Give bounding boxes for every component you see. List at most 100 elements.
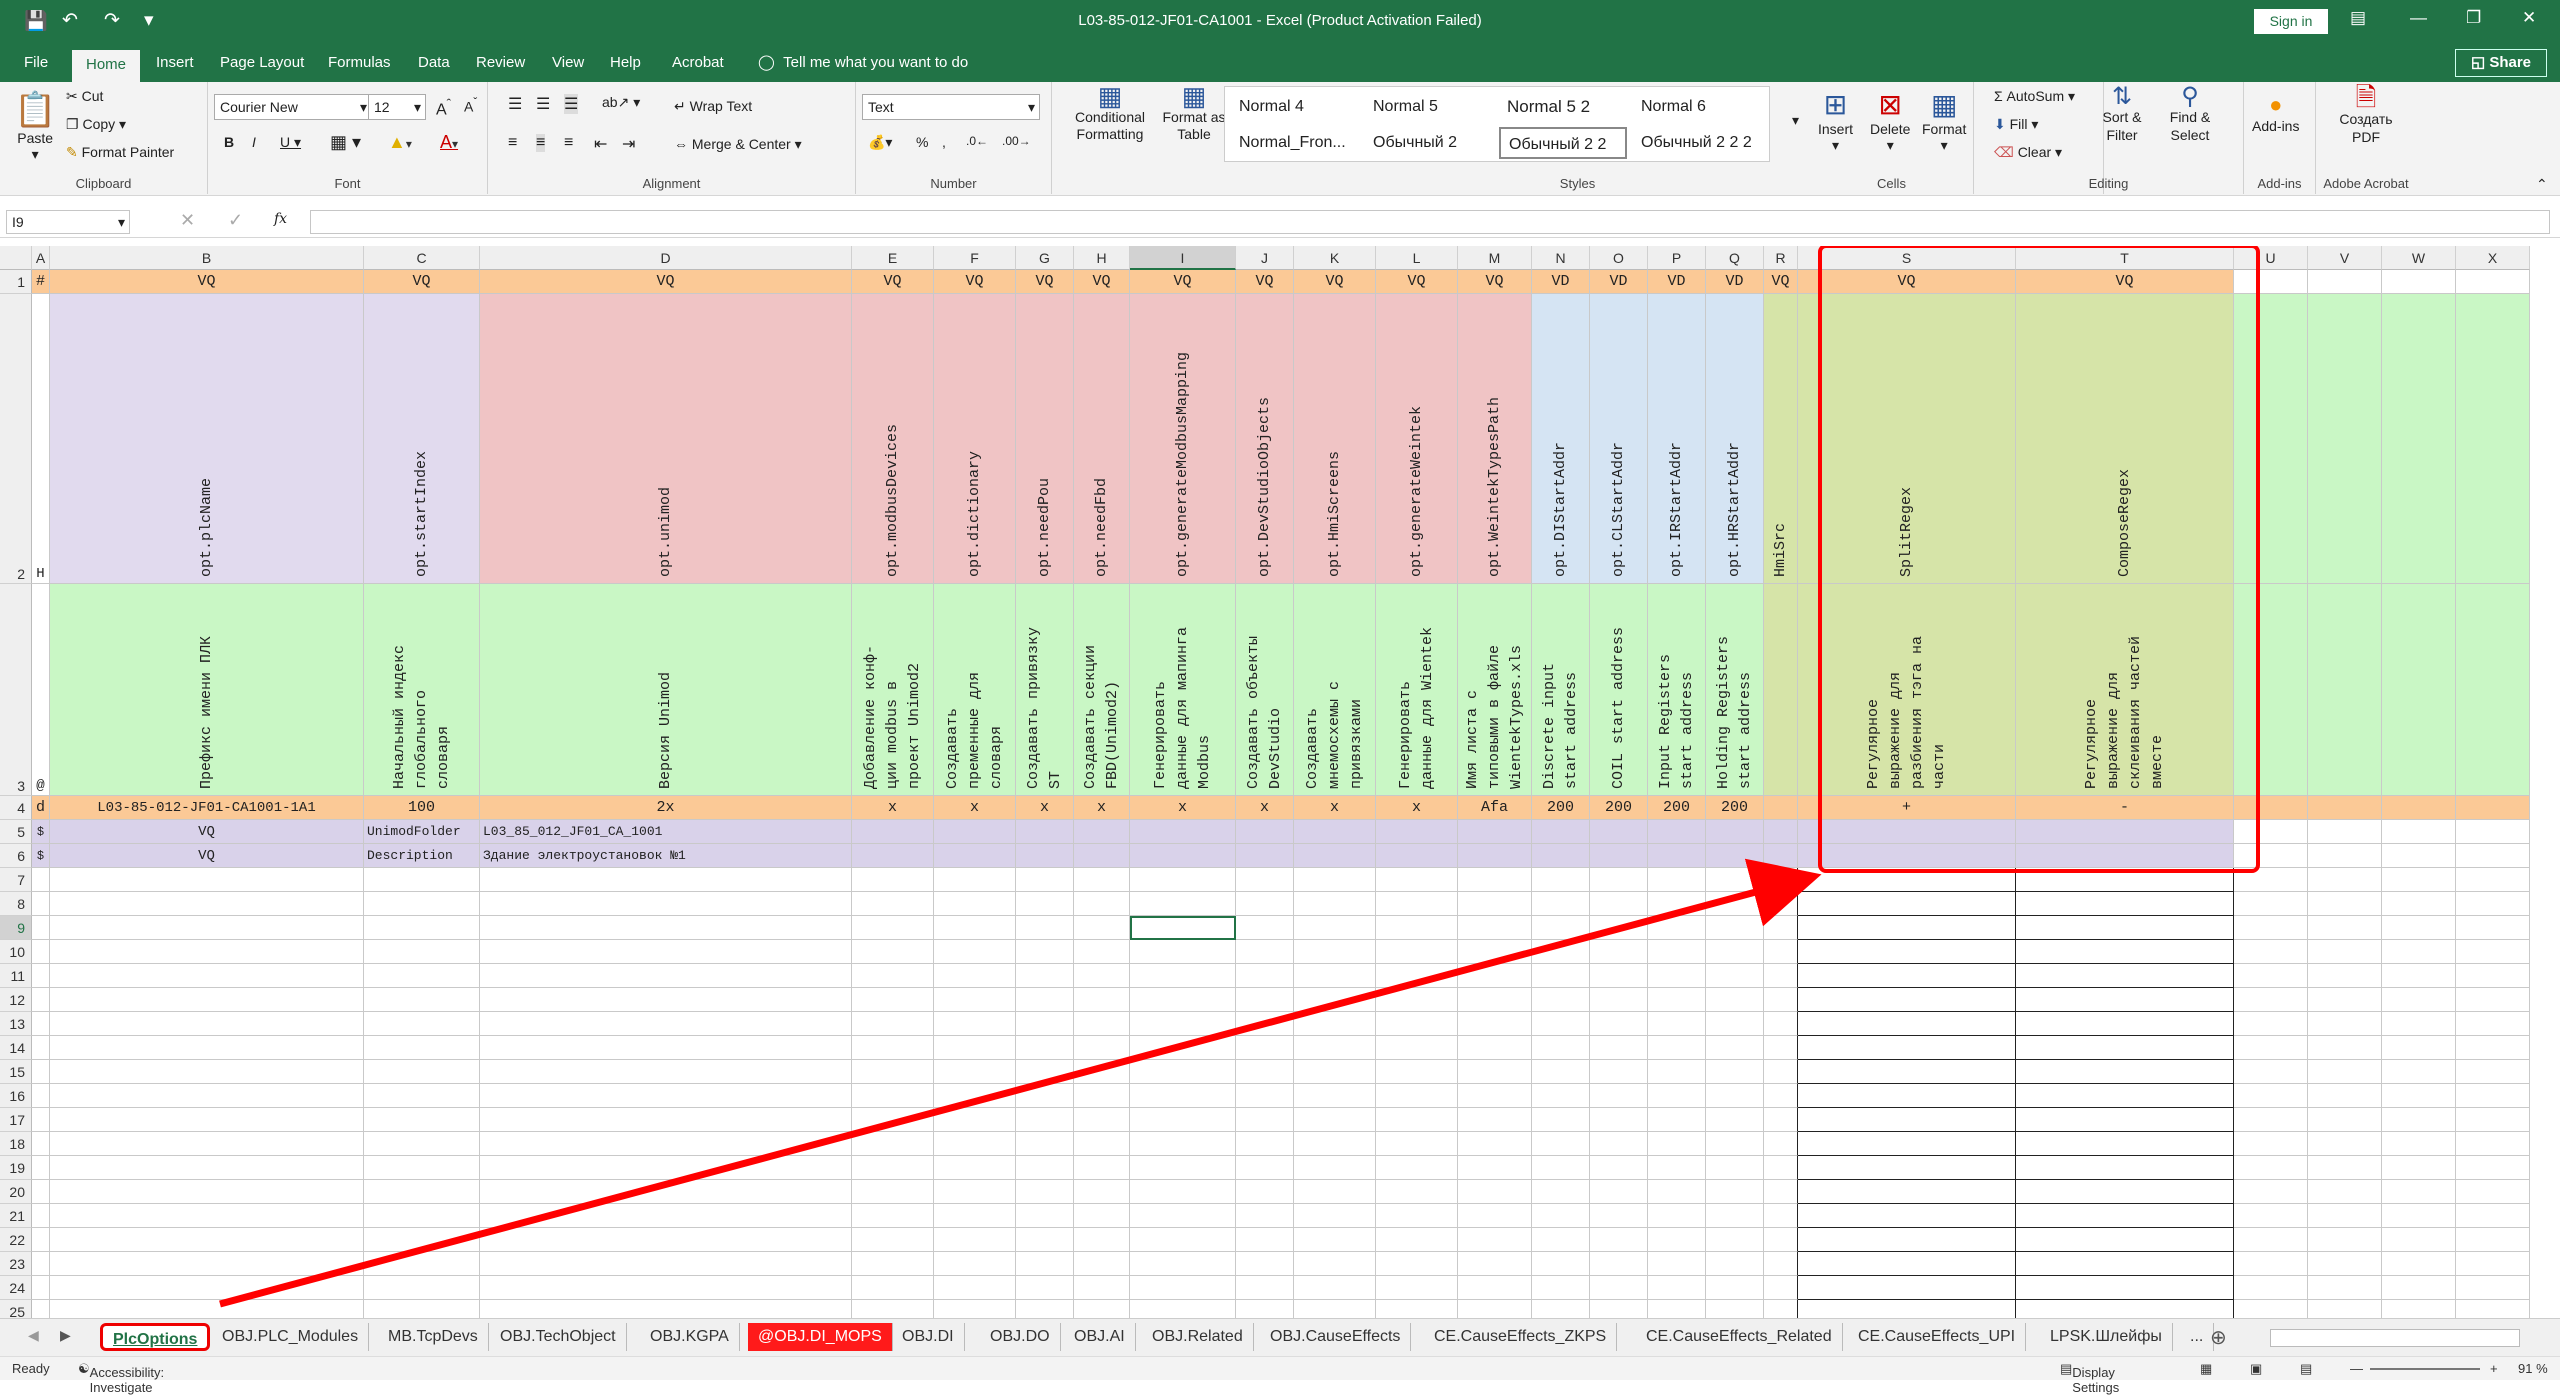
cell-e9[interactable] xyxy=(852,916,934,940)
row-header-13[interactable]: 13 xyxy=(0,1012,32,1036)
style-obychny-2-2[interactable]: Обычный 2 2 xyxy=(1499,127,1627,159)
select-all-corner[interactable] xyxy=(0,246,32,270)
column-header-s[interactable]: S xyxy=(1798,246,2016,270)
cell-l5[interactable] xyxy=(1376,820,1458,844)
sheet-tab-mb-tcpdevs[interactable]: MB.TcpDevs xyxy=(378,1323,489,1351)
sheet-tab-ce-causeeffects-related[interactable]: CE.CauseEffects_Related xyxy=(1636,1323,1843,1351)
cell-r10[interactable] xyxy=(1764,940,1798,964)
cell-w11[interactable] xyxy=(2382,964,2456,988)
cell-m15[interactable] xyxy=(1458,1060,1532,1084)
cell-x6[interactable] xyxy=(2456,844,2530,868)
cell-s17[interactable] xyxy=(1798,1108,2016,1132)
cell-w24[interactable] xyxy=(2382,1276,2456,1300)
cell-k8[interactable] xyxy=(1294,892,1376,916)
cell-u23[interactable] xyxy=(2234,1252,2308,1276)
cell-n18[interactable] xyxy=(1532,1132,1590,1156)
font-color-icon[interactable]: A▾ xyxy=(440,132,458,153)
cell-o12[interactable] xyxy=(1590,988,1648,1012)
cell-f13[interactable] xyxy=(934,1012,1016,1036)
cell-x14[interactable] xyxy=(2456,1036,2530,1060)
cell-q3[interactable]: Holding Registers start address xyxy=(1706,584,1764,796)
cell-n12[interactable] xyxy=(1532,988,1590,1012)
cell-w20[interactable] xyxy=(2382,1180,2456,1204)
cell-p11[interactable] xyxy=(1648,964,1706,988)
shrink-font-icon[interactable]: Aˇ xyxy=(464,96,477,115)
cell-f8[interactable] xyxy=(934,892,1016,916)
cell-t7[interactable] xyxy=(2016,868,2234,892)
cell-h3[interactable]: Создавать секции FBD(Unimod2) xyxy=(1074,584,1130,796)
cell-t1[interactable]: VQ xyxy=(2016,270,2234,294)
underline-icon[interactable]: U ▾ xyxy=(280,134,301,151)
cell-u11[interactable] xyxy=(2234,964,2308,988)
cell-w6[interactable] xyxy=(2382,844,2456,868)
column-header-w[interactable]: W xyxy=(2382,246,2456,270)
cell-g12[interactable] xyxy=(1016,988,1074,1012)
sheet-tab-ce-causeeffects-upi[interactable]: CE.CauseEffects_UPI xyxy=(1848,1323,2027,1351)
sheet-tab-obj-techobject[interactable]: OBJ.TechObject xyxy=(490,1323,627,1351)
cell-i8[interactable] xyxy=(1130,892,1236,916)
sign-in-button[interactable]: Sign in xyxy=(2254,9,2328,34)
cell-m22[interactable] xyxy=(1458,1228,1532,1252)
horizontal-scrollbar[interactable] xyxy=(2270,1329,2520,1347)
zoom-out-icon[interactable]: — xyxy=(2350,1361,2363,1376)
cell-c20[interactable] xyxy=(364,1180,480,1204)
align-center-icon[interactable]: ≡ xyxy=(536,134,546,152)
cell-s23[interactable] xyxy=(1798,1252,2016,1276)
cell-i21[interactable] xyxy=(1130,1204,1236,1228)
cell-r17[interactable] xyxy=(1764,1108,1798,1132)
cell-q2[interactable]: opt.HRStartAddr xyxy=(1706,294,1764,584)
cell-k4[interactable]: x xyxy=(1294,796,1376,820)
cell-h24[interactable] xyxy=(1074,1276,1130,1300)
cell-h20[interactable] xyxy=(1074,1180,1130,1204)
cell-g13[interactable] xyxy=(1016,1012,1074,1036)
row-header-23[interactable]: 23 xyxy=(0,1252,32,1276)
cell-c18[interactable] xyxy=(364,1132,480,1156)
cell-r8[interactable] xyxy=(1764,892,1798,916)
cell-q8[interactable] xyxy=(1706,892,1764,916)
cell-e4[interactable]: x xyxy=(852,796,934,820)
column-header-k[interactable]: K xyxy=(1294,246,1376,270)
cell-s8[interactable] xyxy=(1798,892,2016,916)
cell-i19[interactable] xyxy=(1130,1156,1236,1180)
cell-f14[interactable] xyxy=(934,1036,1016,1060)
sheet-tab-obj-related[interactable]: OBJ.Related xyxy=(1142,1323,1254,1351)
cell-k20[interactable] xyxy=(1294,1180,1376,1204)
cell-g7[interactable] xyxy=(1016,868,1074,892)
cell-u18[interactable] xyxy=(2234,1132,2308,1156)
cell-t19[interactable] xyxy=(2016,1156,2234,1180)
cell-c13[interactable] xyxy=(364,1012,480,1036)
cell-f20[interactable] xyxy=(934,1180,1016,1204)
cell-l22[interactable] xyxy=(1376,1228,1458,1252)
cell-d19[interactable] xyxy=(480,1156,852,1180)
cell-n19[interactable] xyxy=(1532,1156,1590,1180)
cell-b19[interactable] xyxy=(50,1156,364,1180)
cell-a7[interactable] xyxy=(32,868,50,892)
share-button[interactable]: ◱ Share xyxy=(2455,49,2547,77)
row-header-3[interactable]: 3 xyxy=(0,584,32,796)
cell-d5[interactable]: L03_85_012_JF01_CA_1001 xyxy=(480,820,852,844)
cell-u22[interactable] xyxy=(2234,1228,2308,1252)
cell-k19[interactable] xyxy=(1294,1156,1376,1180)
style-normal-5[interactable]: Normal 5 xyxy=(1365,91,1493,123)
cell-b9[interactable] xyxy=(50,916,364,940)
cell-b10[interactable] xyxy=(50,940,364,964)
cell-d17[interactable] xyxy=(480,1108,852,1132)
cell-n8[interactable] xyxy=(1532,892,1590,916)
cell-g11[interactable] xyxy=(1016,964,1074,988)
cell-n13[interactable] xyxy=(1532,1012,1590,1036)
column-header-p[interactable]: P xyxy=(1648,246,1706,270)
cell-x24[interactable] xyxy=(2456,1276,2530,1300)
prev-sheet-icon[interactable]: ◀ xyxy=(28,1327,39,1344)
cell-r12[interactable] xyxy=(1764,988,1798,1012)
cell-n7[interactable] xyxy=(1532,868,1590,892)
cell-s24[interactable] xyxy=(1798,1276,2016,1300)
cell-p6[interactable] xyxy=(1648,844,1706,868)
cell-r6[interactable] xyxy=(1764,844,1798,868)
column-header-o[interactable]: O xyxy=(1590,246,1648,270)
cell-v14[interactable] xyxy=(2308,1036,2382,1060)
tab-file[interactable]: File xyxy=(24,52,48,82)
cell-a3[interactable]: @ xyxy=(32,584,50,796)
cell-b24[interactable] xyxy=(50,1276,364,1300)
cell-n14[interactable] xyxy=(1532,1036,1590,1060)
cell-d4[interactable]: 2x xyxy=(480,796,852,820)
